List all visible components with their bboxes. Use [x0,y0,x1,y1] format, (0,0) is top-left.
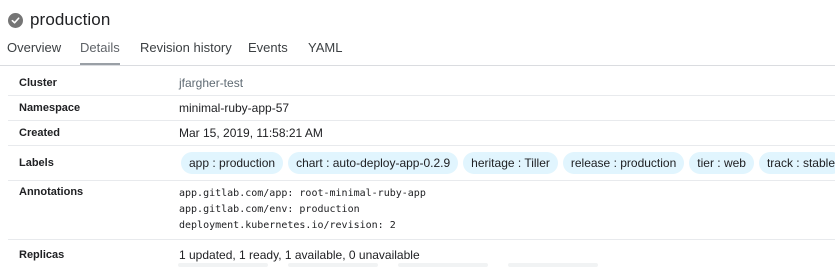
annotation-line: app.gitlab.com/env: production [179,204,360,215]
tab-overview[interactable]: Overview [7,33,61,65]
annotations-label: Annotations [19,186,84,198]
partially-visible-content [178,263,598,267]
tab-yaml[interactable]: YAML [308,33,342,65]
cluster-link[interactable]: jfargher-test [179,76,243,90]
label-chip: track : stable [758,152,835,174]
replicas-label: Replicas [19,249,65,261]
namespace-label: Namespace [19,102,81,114]
created-value: Mar 15, 2019, 11:58:21 AM [179,126,323,140]
tab-events[interactable]: Events [248,33,288,65]
label-chip: chart : auto-deploy-app-0.2.9 [288,152,459,174]
label-chip: heritage : Tiller [463,152,558,174]
created-label: Created [19,127,60,139]
label-chip: tier : web [689,152,754,174]
annotation-line: deployment.kubernetes.io/revision: 2 [179,220,396,231]
row-labels: Labels app : production chart : auto-dep… [8,146,835,181]
cluster-label: Cluster [19,77,57,89]
tab-divider [0,65,835,66]
row-namespace: Namespace minimal-ruby-app-57 [8,96,835,121]
annotation-line: app.gitlab.com/app: root-minimal-ruby-ap… [179,188,426,199]
replicas-value: 1 updated, 1 ready, 1 available, 0 unava… [179,248,420,262]
row-cluster: Cluster jfargher-test [8,71,835,96]
namespace-value: minimal-ruby-app-57 [179,101,290,115]
label-chip: release : production [562,152,685,174]
tab-bar: Overview Details Revision history Events… [0,33,835,66]
page-title: production [30,10,111,29]
tab-revision-history[interactable]: Revision history [140,33,232,65]
label-chip: app : production [181,152,284,174]
annotations-list: app.gitlab.com/app: root-minimal-ruby-ap… [179,186,426,234]
page-header: production [8,8,110,32]
row-created: Created Mar 15, 2019, 11:58:21 AM [8,121,835,146]
details-table: Cluster jfargher-test Namespace minimal-… [8,71,835,270]
tab-details[interactable]: Details [80,33,120,65]
label-chips: app : production chart : auto-deploy-app… [181,152,835,174]
check-circle-icon [8,12,23,28]
row-annotations: Annotations app.gitlab.com/app: root-min… [8,181,835,240]
labels-label: Labels [19,157,54,169]
